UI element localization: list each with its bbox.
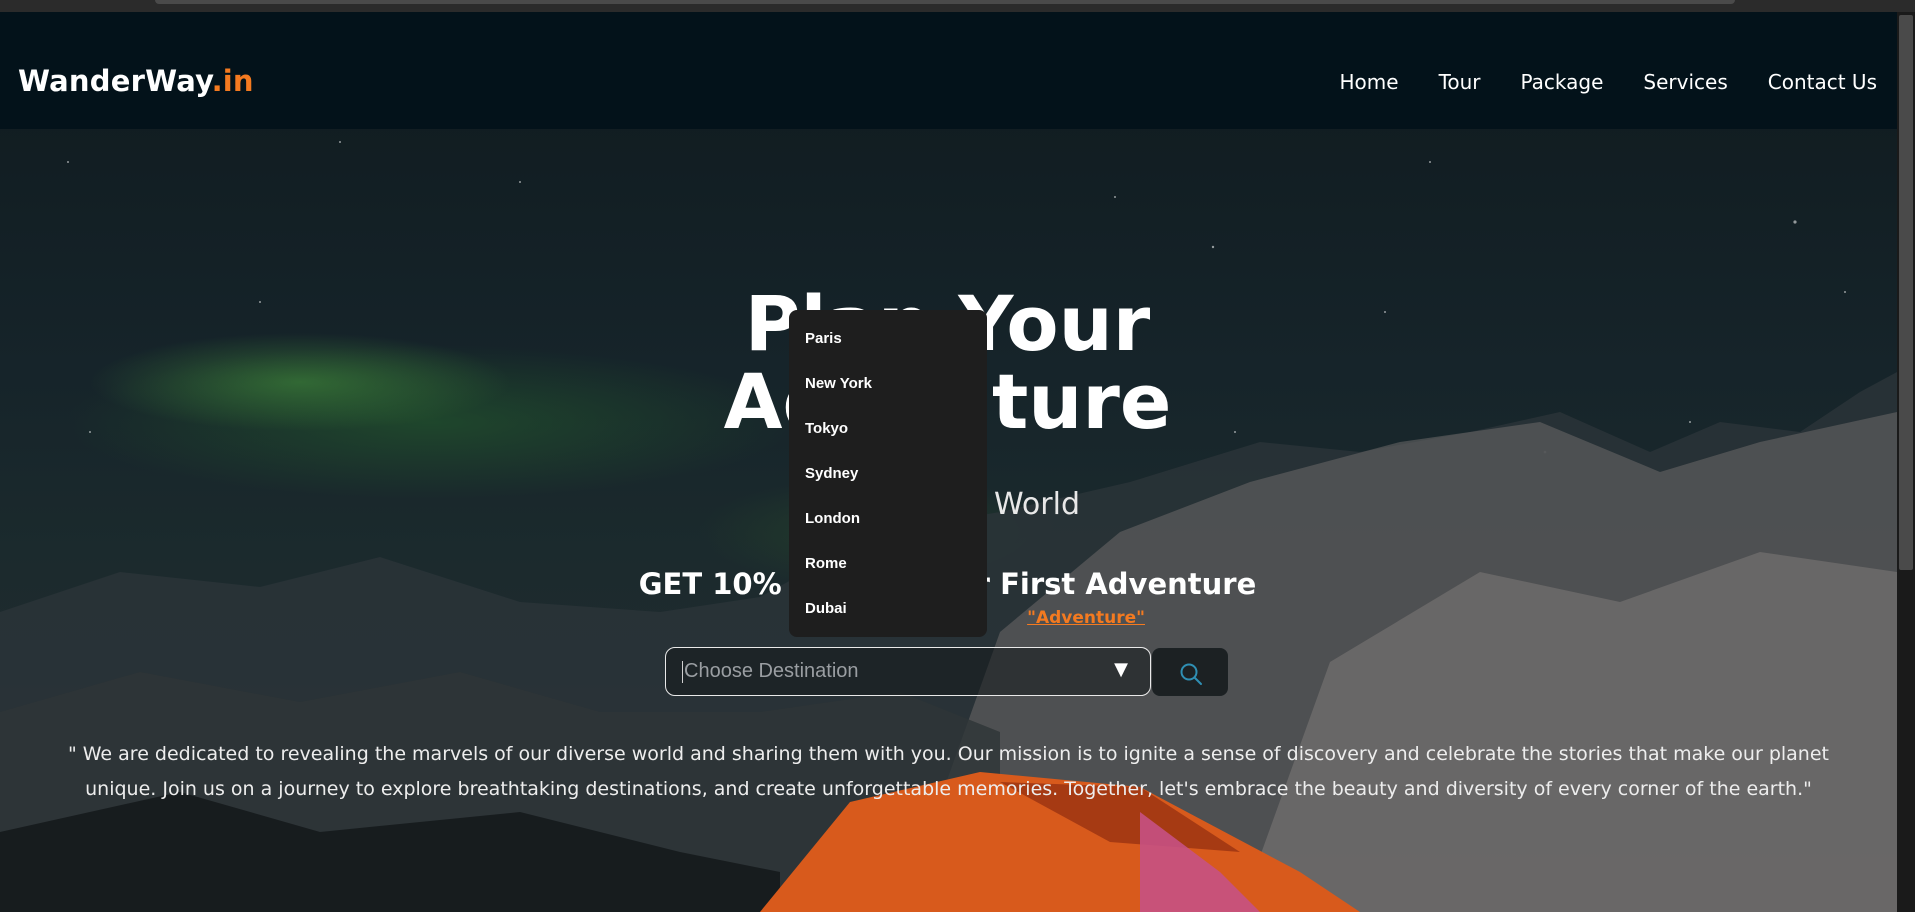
destination-option[interactable]: Dubai	[789, 594, 987, 639]
navbar: WanderWay.in Home Tour Package Services …	[0, 12, 1897, 129]
destination-select[interactable]: ▼	[665, 647, 1151, 696]
search-icon	[1180, 663, 1202, 685]
nav-home[interactable]: Home	[1340, 70, 1399, 94]
destination-option[interactable]: Tokyo	[789, 414, 987, 459]
nav-links: Home Tour Package Services Contact Us	[1340, 70, 1878, 94]
destination-option[interactable]: Paris	[789, 324, 987, 369]
destination-option[interactable]: Sydney	[789, 459, 987, 504]
mission-statement: " We are dedicated to revealing the marv…	[67, 743, 1829, 800]
page-scrollbar[interactable]	[1897, 12, 1915, 912]
nav-contact-us[interactable]: Contact Us	[1768, 70, 1877, 94]
destination-input[interactable]	[682, 648, 1082, 694]
nav-package[interactable]: Package	[1521, 70, 1604, 94]
nav-tour[interactable]: Tour	[1439, 70, 1481, 94]
scrollbar-thumb[interactable]	[1899, 15, 1913, 570]
destination-dropdown-list: Paris New York Tokyo Sydney London Rome …	[789, 310, 987, 637]
destination-option[interactable]: Rome	[789, 549, 987, 594]
text-caret	[682, 661, 683, 683]
search-button[interactable]	[1152, 648, 1228, 696]
dropdown-arrow-icon[interactable]: ▼	[1114, 659, 1128, 680]
brand-suffix: .in	[211, 64, 254, 98]
destination-option[interactable]: New York	[789, 369, 987, 414]
nav-services[interactable]: Services	[1643, 70, 1727, 94]
browser-top-strip	[0, 0, 1915, 12]
brand-name: WanderWay	[18, 64, 212, 98]
brand-logo[interactable]: WanderWay.in	[18, 64, 254, 98]
destination-option[interactable]: London	[789, 504, 987, 549]
browser-tab-edge	[155, 0, 1735, 4]
